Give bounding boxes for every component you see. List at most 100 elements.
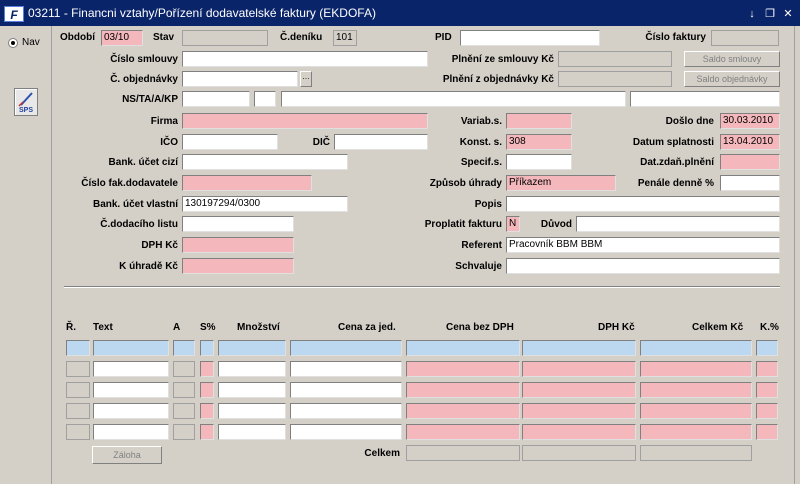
title-bar: F 03211 - Financni vztahy/Pořízení dodav… <box>0 0 800 26</box>
a-field[interactable] <box>281 91 626 107</box>
cell-cena-bez-dph[interactable] <box>406 361 520 377</box>
dat-zdan-plneni-field[interactable] <box>720 154 780 170</box>
cell-celkem[interactable] <box>640 403 752 419</box>
stav-label: Stav <box>153 32 175 43</box>
cell-mnozstvi[interactable] <box>218 361 286 377</box>
cell-a <box>173 403 195 419</box>
penale-label: Penále denně % <box>637 178 714 189</box>
cell-cena-jed[interactable] <box>290 382 402 398</box>
cell-text[interactable] <box>93 361 169 377</box>
restore-icon[interactable]: ❐ <box>764 8 776 20</box>
window-title: 03211 - Financni vztahy/Pořízení dodavat… <box>28 6 376 20</box>
obdobi-field[interactable]: 03/10 <box>101 30 143 46</box>
saldo-objednavky-button[interactable]: Saldo objednávky <box>684 71 780 87</box>
cell-dph[interactable] <box>522 382 636 398</box>
cell-dph[interactable] <box>522 340 636 356</box>
cell-mnozstvi[interactable] <box>218 403 286 419</box>
cell-text[interactable] <box>93 424 169 440</box>
cell-mnozstvi[interactable] <box>218 382 286 398</box>
bank-ucet-cizi-field[interactable] <box>182 154 348 170</box>
nav-radio[interactable] <box>8 38 18 48</box>
saldo-smlouvy-button[interactable]: Saldo smlouvy <box>684 51 780 67</box>
cell-k[interactable] <box>756 424 778 440</box>
cell-dph[interactable] <box>522 424 636 440</box>
cell-s[interactable] <box>200 340 214 356</box>
cell-a <box>173 382 195 398</box>
cell-s[interactable] <box>200 382 214 398</box>
cell-cena-jed[interactable] <box>290 340 402 356</box>
cislo-fak-dod-label: Číslo fak.dodavatele <box>81 178 178 189</box>
ico-field[interactable] <box>182 134 278 150</box>
sps-button[interactable]: SPS <box>14 88 38 116</box>
k-uhrade-label: K úhradě Kč <box>119 261 178 272</box>
proplatit-fakturu-field[interactable]: N <box>506 216 520 232</box>
cell-s[interactable] <box>200 424 214 440</box>
cislo-smlouvy-field[interactable] <box>182 51 428 67</box>
cell-celkem[interactable] <box>640 382 752 398</box>
cell-dph[interactable] <box>522 403 636 419</box>
cell-r[interactable] <box>66 340 90 356</box>
cell-celkem[interactable] <box>640 424 752 440</box>
cell-dph[interactable] <box>522 361 636 377</box>
dph-kc-field[interactable] <box>182 237 294 253</box>
bank-ucet-vlastni-field[interactable]: 130197294/0300 <box>182 196 348 212</box>
cell-cena-bez-dph[interactable] <box>406 340 520 356</box>
cell-text[interactable] <box>93 340 169 356</box>
dic-field[interactable] <box>334 134 428 150</box>
duvod-field[interactable] <box>576 216 780 232</box>
zpusob-uhrady-field[interactable]: Příkazem <box>506 175 616 191</box>
cell-r <box>66 424 90 440</box>
cell-mnozstvi[interactable] <box>218 340 286 356</box>
cell-text[interactable] <box>93 403 169 419</box>
datum-splatnosti-field[interactable]: 13.04.2010 <box>720 134 780 150</box>
cell-cena-jed[interactable] <box>290 403 402 419</box>
cell-celkem[interactable] <box>640 340 752 356</box>
cell-celkem[interactable] <box>640 361 752 377</box>
specif-s-field[interactable] <box>506 154 572 170</box>
lov-button[interactable]: … <box>300 71 312 87</box>
ico-label: IČO <box>160 137 178 148</box>
referent-field[interactable]: Pracovník BBM BBM <box>506 237 780 253</box>
k-uhrade-field[interactable] <box>182 258 294 274</box>
cell-mnozstvi[interactable] <box>218 424 286 440</box>
cell-cena-bez-dph[interactable] <box>406 382 520 398</box>
kp-field[interactable] <box>630 91 780 107</box>
cell-s[interactable] <box>200 403 214 419</box>
cell-k[interactable] <box>756 340 778 356</box>
schvaluje-field[interactable] <box>506 258 780 274</box>
varias-field[interactable] <box>506 113 572 129</box>
plneni-objednavky-label: Plnění z objednávky Kč <box>442 74 554 85</box>
firma-field[interactable] <box>182 113 428 129</box>
cell-cena-bez-dph[interactable] <box>406 424 520 440</box>
cell-s[interactable] <box>200 361 214 377</box>
ns-field[interactable] <box>182 91 250 107</box>
cell-k[interactable] <box>756 361 778 377</box>
c-dodaciho-listu-field[interactable] <box>182 216 294 232</box>
c-objednavky-field[interactable] <box>182 71 298 87</box>
pid-field[interactable] <box>460 30 600 46</box>
cislo-fak-dod-field[interactable] <box>182 175 312 191</box>
close-icon[interactable]: ✕ <box>782 8 794 20</box>
konst-s-field[interactable]: 308 <box>506 134 572 150</box>
zaloha-button[interactable]: Záloha <box>92 446 162 464</box>
minimize-icon[interactable]: ↓ <box>746 8 758 20</box>
cell-k[interactable] <box>756 382 778 398</box>
cell-cena-jed[interactable] <box>290 361 402 377</box>
popis-field[interactable] <box>506 196 780 212</box>
doslo-dne-field[interactable]: 30.03.2010 <box>720 113 780 129</box>
cell-k[interactable] <box>756 403 778 419</box>
cell-cena-jed[interactable] <box>290 424 402 440</box>
cell-cena-bez-dph[interactable] <box>406 403 520 419</box>
cell-a[interactable] <box>173 340 195 356</box>
duvod-label: Důvod <box>540 219 572 230</box>
col-header-k: K.% <box>760 322 779 333</box>
cell-text[interactable] <box>93 382 169 398</box>
plneni-smlouvy-field <box>558 51 672 67</box>
cell-a <box>173 361 195 377</box>
referent-label: Referent <box>461 240 502 251</box>
cislo-faktury-label: Číslo faktury <box>645 32 706 43</box>
bank-ucet-cizi-label: Bank. účet cizí <box>108 157 178 168</box>
konst-s-label: Konst. s. <box>459 137 502 148</box>
penale-field[interactable] <box>720 175 780 191</box>
ta-field[interactable] <box>254 91 276 107</box>
